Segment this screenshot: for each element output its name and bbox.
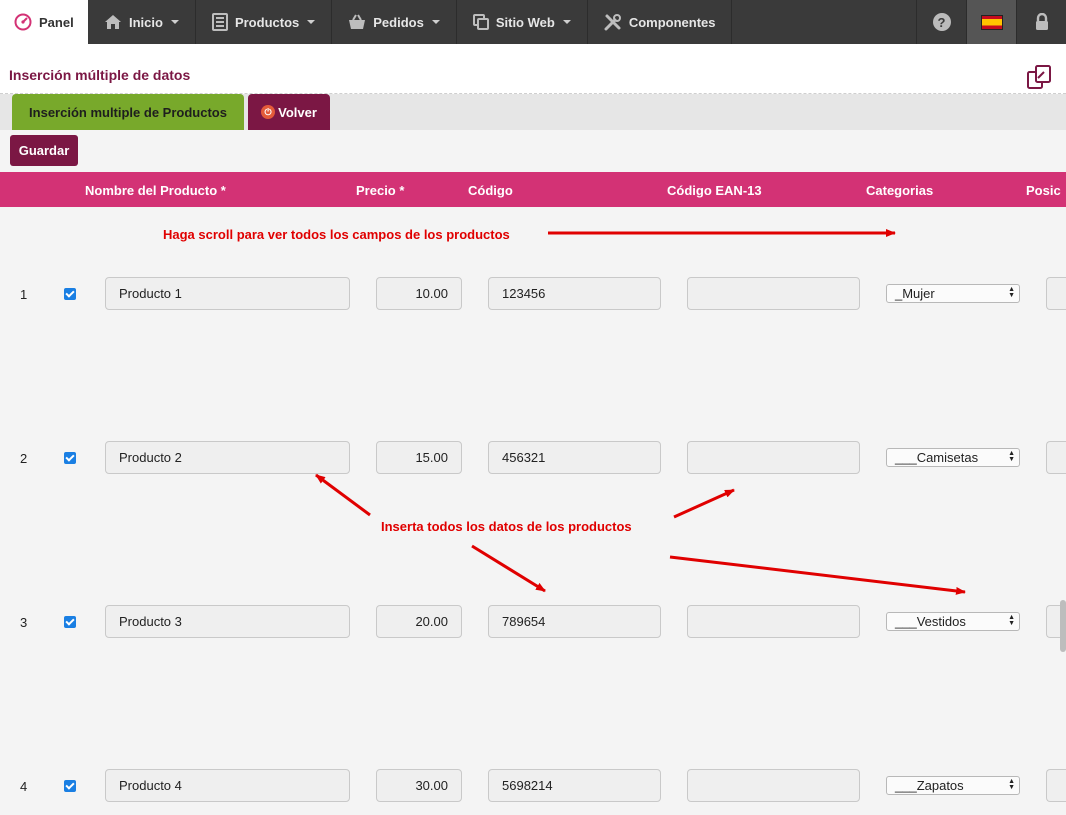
position-input[interactable] xyxy=(1046,769,1066,802)
nav-inicio[interactable]: Inicio xyxy=(88,0,196,44)
nav-sitio-web[interactable]: Sitio Web xyxy=(457,0,588,44)
spain-flag-icon xyxy=(980,14,1003,30)
column-header-ean: Código EAN-13 xyxy=(667,183,762,198)
category-select[interactable]: ___Zapatos ▲ ▼ xyxy=(886,776,1020,795)
scroll-hint-annotation: Haga scroll para ver todos los campos de… xyxy=(163,227,510,242)
lock-button[interactable] xyxy=(1016,0,1066,44)
home-icon xyxy=(105,15,121,29)
ean-input[interactable] xyxy=(687,769,860,802)
nav-sitio-web-label: Sitio Web xyxy=(495,14,555,30)
vertical-scrollbar[interactable] xyxy=(1060,600,1066,652)
price-input[interactable]: 20.00 xyxy=(376,605,462,638)
row-number: 1 xyxy=(20,287,28,302)
page-title: Inserción múltiple de datos xyxy=(9,67,191,83)
power-icon: ⏻ xyxy=(261,105,276,119)
arrow-to-ean-icon xyxy=(673,488,735,519)
copy-icon xyxy=(472,14,489,30)
category-select-value: ___Zapatos xyxy=(895,778,964,793)
category-select-value: ___Vestidos xyxy=(895,614,966,629)
nav-pedidos-label: Pedidos xyxy=(373,14,424,30)
help-button[interactable]: ? xyxy=(916,0,966,44)
select-arrows-icon: ▲ ▼ xyxy=(1008,778,1015,791)
code-input[interactable]: 5698214 xyxy=(488,769,661,802)
page-header: Inserción múltiple de datos xyxy=(0,44,1066,94)
row-number: 3 xyxy=(20,615,28,630)
row-checkbox[interactable] xyxy=(64,780,76,792)
category-select-value: _Mujer xyxy=(895,286,935,301)
select-arrows-icon: ▲ ▼ xyxy=(1008,450,1015,463)
category-select-value: ___Camisetas xyxy=(895,450,979,465)
nav-productos-label: Productos xyxy=(234,14,300,30)
column-header-name: Nombre del Producto * xyxy=(85,183,226,198)
tabs-bar: Inserción multiple de Productos ⏻ Volver xyxy=(0,94,1066,130)
nav-panel[interactable]: Panel xyxy=(0,0,88,44)
code-input[interactable]: 456321 xyxy=(488,441,661,474)
chevron-down-icon xyxy=(170,20,179,24)
column-header-position: Posic xyxy=(1026,183,1061,198)
product-name-input[interactable]: Producto 4 xyxy=(105,769,350,802)
product-name-input[interactable]: Producto 1 xyxy=(105,277,350,310)
help-icon: ? xyxy=(932,13,951,31)
column-header-code: Código xyxy=(468,183,513,198)
nav-componentes[interactable]: Componentes xyxy=(588,0,733,44)
row-number: 2 xyxy=(20,451,28,466)
chevron-down-icon xyxy=(431,20,440,24)
back-button-label: Volver xyxy=(278,104,317,120)
tab-insert-products[interactable]: Inserción multiple de Productos xyxy=(12,94,244,130)
save-button[interactable]: Guardar xyxy=(10,135,78,166)
row-number: 4 xyxy=(20,779,28,794)
price-input[interactable]: 10.00 xyxy=(376,277,462,310)
copy-icon[interactable] xyxy=(1026,64,1052,90)
chevron-down-icon xyxy=(307,20,316,24)
products-icon xyxy=(211,13,228,31)
column-header-categories: Categorias xyxy=(866,183,934,198)
row-checkbox[interactable] xyxy=(64,288,76,300)
category-select[interactable]: _Mujer ▲ ▼ xyxy=(886,284,1020,303)
table-header: Nombre del Producto * Precio * Código Có… xyxy=(0,172,1066,207)
select-arrows-icon: ▲ ▼ xyxy=(1008,614,1015,627)
back-button[interactable]: ⏻ Volver xyxy=(248,94,330,130)
price-input[interactable]: 15.00 xyxy=(376,441,462,474)
code-input[interactable]: 789654 xyxy=(488,605,661,638)
product-name-input[interactable]: Producto 2 xyxy=(105,441,350,474)
chevron-down-icon xyxy=(562,20,571,24)
position-input[interactable] xyxy=(1046,277,1066,310)
ean-input[interactable] xyxy=(687,277,860,310)
arrow-to-name-icon xyxy=(315,473,371,517)
arrow-to-category-icon xyxy=(669,555,966,595)
ean-input[interactable] xyxy=(687,441,860,474)
row-checkbox[interactable] xyxy=(64,616,76,628)
language-button[interactable] xyxy=(966,0,1016,44)
category-select[interactable]: ___Vestidos ▲ ▼ xyxy=(886,612,1020,631)
price-input[interactable]: 30.00 xyxy=(376,769,462,802)
tools-icon xyxy=(604,14,621,31)
code-input[interactable]: 123456 xyxy=(488,277,661,310)
nav-pedidos[interactable]: Pedidos xyxy=(332,0,457,44)
nav-inicio-label: Inicio xyxy=(129,14,163,30)
nav-panel-label: Panel xyxy=(39,14,74,30)
ean-input[interactable] xyxy=(687,605,860,638)
insert-hint-annotation: Inserta todos los datos de los productos xyxy=(381,519,632,534)
column-header-price: Precio * xyxy=(356,183,405,198)
row-checkbox[interactable] xyxy=(64,452,76,464)
product-name-input[interactable]: Producto 3 xyxy=(105,605,350,638)
position-input[interactable] xyxy=(1046,441,1066,474)
dashboard-icon xyxy=(14,13,32,31)
category-select[interactable]: ___Camisetas ▲ ▼ xyxy=(886,448,1020,467)
nav-productos[interactable]: Productos xyxy=(196,0,333,44)
select-arrows-icon: ▲ ▼ xyxy=(1008,286,1015,299)
basket-icon xyxy=(349,14,366,29)
nav-componentes-label: Componentes xyxy=(628,14,716,30)
tab-insert-products-label: Inserción multiple de Productos xyxy=(29,104,227,120)
top-navbar: Panel Inicio Productos Pedidos Sitio Web… xyxy=(0,0,1066,44)
lock-icon xyxy=(1035,13,1048,30)
arrow-to-code-icon xyxy=(471,544,546,593)
